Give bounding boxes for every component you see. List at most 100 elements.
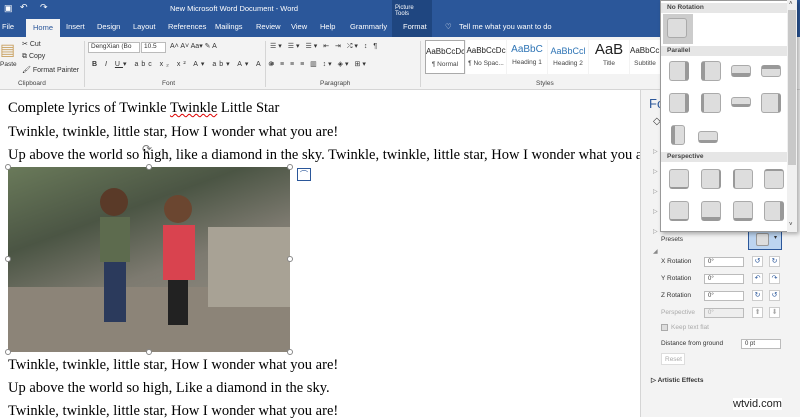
scroll-up-icon[interactable]: ˄: [789, 1, 793, 7]
artistic-effects-section[interactable]: ▷ Artistic Effects: [651, 376, 703, 384]
paste-icon[interactable]: ▤: [0, 40, 15, 60]
document-paragraph[interactable]: Up above the world so high, like a diamo…: [8, 147, 658, 164]
gallery-header-perspective: Perspective: [661, 152, 788, 162]
list-buttons[interactable]: ☰▾ ☰▾ ☰▾ ⇤ ⇥ ⤮▾ ↕ ¶: [270, 42, 379, 51]
collapsed-sections[interactable]: ▷ ▷ ▷ ▷ ▷ ◢: [653, 142, 658, 262]
format-painter-button[interactable]: 🖌 Format Painter: [22, 66, 79, 74]
rotate-right-icon[interactable]: ↻: [769, 256, 780, 267]
rotate-handle-icon[interactable]: ⟳: [142, 142, 152, 156]
keep-text-flat-checkbox[interactable]: [661, 324, 668, 331]
scroll-down-icon[interactable]: ˅: [789, 222, 793, 228]
preset-parallel[interactable]: [701, 93, 721, 113]
tab-mailings[interactable]: Mailings: [215, 22, 243, 31]
tell-me-search[interactable]: Tell me what you want to do: [459, 22, 552, 31]
rotate-up-icon[interactable]: ↶: [752, 273, 763, 284]
tab-references[interactable]: References: [168, 22, 206, 31]
font-size-tools[interactable]: A˄ A˅ Aa▾ ✎ A: [170, 42, 217, 50]
preset-parallel[interactable]: [761, 93, 781, 113]
align-buttons[interactable]: ≡ ≡ ≡ ≡ ▥ ↕▾ ◈▾ ⊞▾: [270, 60, 368, 68]
font-name-select[interactable]: DengXian (Bo: [88, 42, 140, 53]
preset-parallel[interactable]: [731, 65, 751, 77]
x-rotation-label: X Rotation: [661, 258, 692, 265]
window-title: New Microsoft Word Document - Word: [170, 4, 299, 13]
perspective-up-icon: ⬆: [752, 307, 763, 318]
font-format-buttons[interactable]: B I U▾ abc x₂ x² A▾ ab▾ A▾ A ⊛: [92, 60, 277, 68]
style-normal[interactable]: AaBbCcDc ¶ Normal: [425, 40, 465, 74]
document-paragraph[interactable]: Twinkle, twinkle, little star, How I won…: [8, 357, 338, 374]
resize-handle[interactable]: [287, 164, 293, 170]
resize-handle[interactable]: [287, 349, 293, 355]
resize-handle[interactable]: [5, 349, 11, 355]
preset-perspective[interactable]: [733, 201, 753, 221]
rotate-left-icon[interactable]: ↺: [752, 256, 763, 267]
document-heading[interactable]: Complete lyrics of Twinkle Twinkle Littl…: [8, 100, 279, 117]
resize-handle[interactable]: [146, 349, 152, 355]
distance-input[interactable]: 0 pt: [741, 339, 781, 349]
styles-group-label: Styles: [536, 80, 554, 87]
cut-button[interactable]: ✂ Cut: [22, 40, 41, 48]
resize-handle[interactable]: [287, 256, 293, 262]
style-no-spacing[interactable]: AaBbCcDc ¶ No Spac...: [466, 40, 506, 74]
preset-parallel[interactable]: [671, 125, 685, 145]
keep-text-flat-label: Keep text flat: [671, 324, 709, 331]
style-title[interactable]: AaB Title: [589, 40, 629, 74]
preset-no-rotation[interactable]: [663, 14, 693, 44]
y-rotation-input[interactable]: 0°: [704, 274, 744, 284]
resize-handle[interactable]: [5, 164, 11, 170]
tab-grammarly[interactable]: Grammarly: [350, 22, 387, 31]
resize-handle[interactable]: [146, 164, 152, 170]
resize-handle[interactable]: [5, 256, 11, 262]
tab-design[interactable]: Design: [97, 22, 120, 31]
preset-perspective[interactable]: [701, 169, 721, 189]
y-rotation-label: Y Rotation: [661, 275, 692, 282]
document-paragraph[interactable]: Twinkle, twinkle, little star, How I won…: [8, 403, 338, 420]
document-paragraph[interactable]: Twinkle, twinkle, little star, How I won…: [8, 124, 338, 141]
preset-parallel[interactable]: [731, 97, 751, 107]
paste-button[interactable]: Paste: [0, 61, 17, 68]
redo-icon[interactable]: ↷: [40, 2, 48, 13]
preset-parallel[interactable]: [669, 61, 689, 81]
tab-insert[interactable]: Insert: [66, 22, 85, 31]
preset-parallel[interactable]: [669, 93, 689, 113]
scrollbar-thumb[interactable]: [788, 10, 796, 165]
z-rotation-input[interactable]: 0°: [704, 291, 744, 301]
tab-layout[interactable]: Layout: [133, 22, 156, 31]
preset-perspective[interactable]: [669, 201, 689, 221]
preset-perspective[interactable]: [701, 201, 721, 221]
contextual-tab-group: Picture Tools: [392, 0, 432, 17]
preset-parallel[interactable]: [698, 131, 718, 143]
preset-perspective[interactable]: [669, 169, 689, 189]
preset-perspective[interactable]: [733, 169, 753, 189]
style-subtitle[interactable]: AaBbCcDSubtitle: [630, 40, 660, 74]
tab-home[interactable]: Home: [26, 19, 61, 37]
tab-file[interactable]: File: [2, 22, 14, 31]
gallery-scrollbar[interactable]: ˄ ˅: [787, 0, 797, 232]
preset-perspective[interactable]: [764, 201, 784, 221]
tab-format[interactable]: Format: [392, 17, 432, 37]
rotate-ccw-icon[interactable]: ↺: [769, 290, 780, 301]
preset-parallel[interactable]: [701, 61, 721, 81]
style-heading-2[interactable]: AaBbCcl Heading 2: [548, 40, 588, 74]
x-rotation-input[interactable]: 0°: [704, 257, 744, 267]
rotate-down-icon[interactable]: ↷: [769, 273, 780, 284]
copy-button[interactable]: ⧉ Copy: [22, 53, 45, 61]
perspective-input: 0°: [704, 308, 744, 318]
z-rotation-label: Z Rotation: [661, 292, 691, 299]
gallery-header-parallel: Parallel: [661, 46, 788, 56]
font-size-select[interactable]: 10.5: [141, 42, 166, 53]
tab-view[interactable]: View: [291, 22, 307, 31]
selected-picture[interactable]: [8, 167, 290, 352]
save-icon[interactable]: ▣: [4, 3, 13, 14]
preset-perspective[interactable]: [764, 169, 784, 189]
rotate-cw-icon[interactable]: ↻: [752, 290, 763, 301]
tab-help[interactable]: Help: [320, 22, 335, 31]
lightbulb-icon: ♡: [445, 22, 452, 31]
document-paragraph[interactable]: Up above the world so high, Like a diamo…: [8, 380, 330, 397]
format-painter-label: Format Painter: [32, 67, 80, 74]
style-heading-1[interactable]: AaBbC Heading 1: [507, 40, 547, 74]
tab-review[interactable]: Review: [256, 22, 281, 31]
undo-icon[interactable]: ↶: [20, 2, 28, 13]
preset-parallel[interactable]: [761, 65, 781, 77]
spelling-error[interactable]: Twinkle: [170, 100, 217, 116]
layout-options-icon[interactable]: ⌒: [297, 168, 311, 181]
